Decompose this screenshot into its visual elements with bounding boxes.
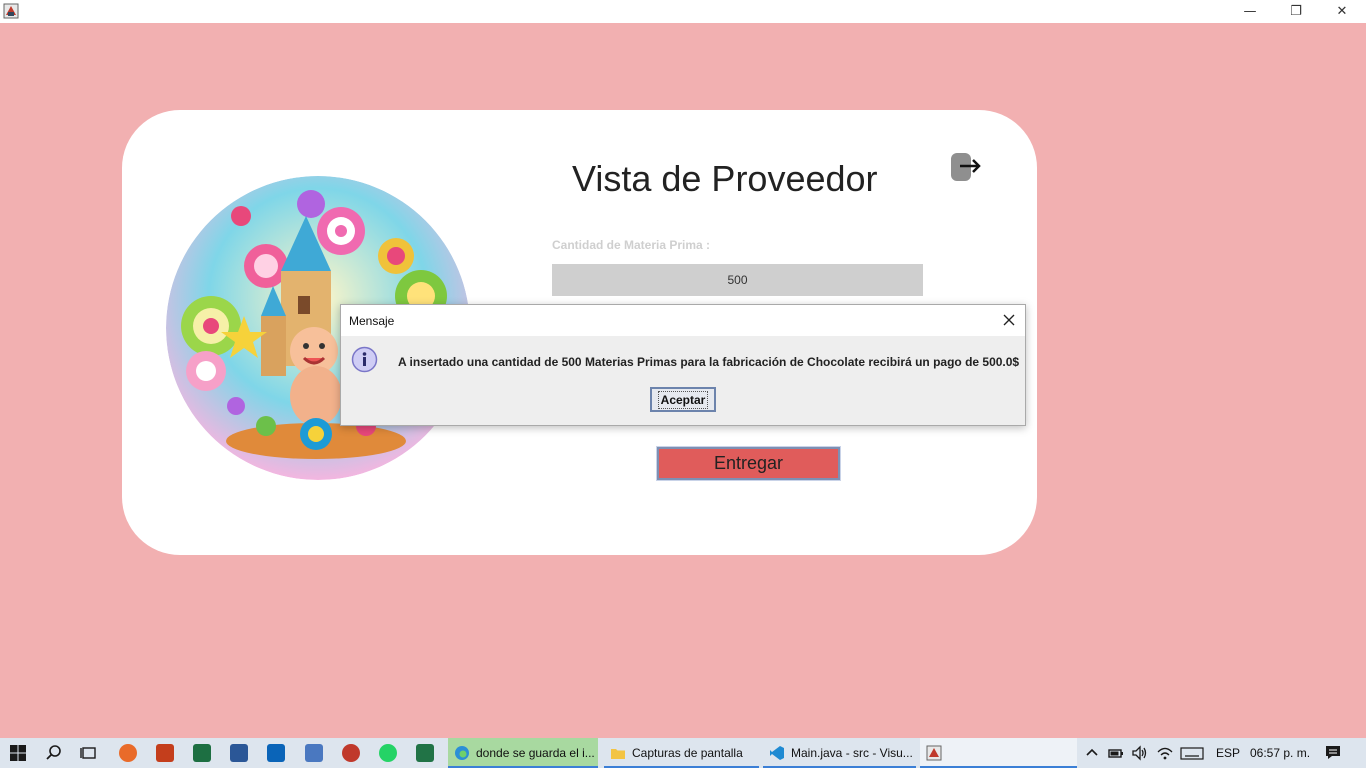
logout-icon[interactable] — [950, 152, 984, 182]
close-window-button[interactable]: ✕ — [1319, 0, 1365, 23]
task-explorer-window[interactable]: Capturas de pantalla — [604, 738, 759, 768]
dialog-message: A insertado una cantidad de 500 Materias… — [398, 355, 1020, 369]
edge-icon — [455, 746, 469, 760]
folder-icon — [611, 749, 625, 759]
info-icon — [351, 346, 378, 373]
whatsapp-icon[interactable] — [379, 744, 397, 762]
keyboard-icon[interactable] — [1180, 744, 1204, 762]
language-indicator[interactable]: ESP — [1216, 746, 1240, 760]
dialog-title: Mensaje — [349, 314, 395, 328]
quantity-label: Cantidad de Materia Prima : — [552, 238, 711, 252]
task-vscode-window[interactable]: Main.java - src - Visu... — [763, 738, 916, 768]
task-edge-window[interactable]: donde se guarda el i... — [448, 738, 598, 768]
page-title: Vista de Proveedor — [572, 158, 878, 199]
outlook-icon[interactable] — [267, 744, 285, 762]
task-label: donde se guarda el i... — [476, 746, 595, 760]
word-icon[interactable] — [230, 744, 248, 762]
windows-taskbar: donde se guarda el i... Capturas de pant… — [0, 738, 1366, 768]
firefox-icon[interactable] — [119, 744, 137, 762]
battery-icon[interactable] — [1107, 744, 1125, 762]
task-java-window[interactable] — [920, 738, 1077, 768]
window-titlebar: — ❐ ✕ — [0, 0, 1366, 23]
java-app-icon — [926, 745, 942, 761]
java-app-icon — [3, 3, 19, 19]
maximize-button[interactable]: ❐ — [1273, 0, 1319, 23]
accept-button-label: Aceptar — [657, 390, 709, 409]
shield-app-icon[interactable] — [305, 744, 323, 762]
task-label: Main.java - src - Visu... — [791, 746, 913, 760]
deliver-button[interactable]: Entregar — [656, 446, 841, 481]
app-swirl-icon[interactable] — [342, 744, 360, 762]
powerpoint-icon[interactable] — [156, 744, 174, 762]
notifications-icon[interactable] — [1324, 744, 1342, 762]
dialog-titlebar: Mensaje — [341, 305, 1025, 336]
task-label: Capturas de pantalla — [632, 746, 743, 760]
search-icon[interactable] — [45, 744, 63, 762]
task-view-icon[interactable] — [80, 744, 98, 762]
project-icon[interactable] — [416, 744, 434, 762]
quantity-input[interactable]: 500 — [552, 264, 923, 296]
message-dialog: Mensaje A insertado una cantidad de 500 … — [340, 304, 1026, 426]
excel-icon[interactable] — [193, 744, 211, 762]
vscode-icon — [770, 746, 784, 760]
volume-icon[interactable] — [1131, 744, 1149, 762]
wifi-icon[interactable] — [1156, 744, 1174, 762]
clock[interactable]: 06:57 p. m. — [1250, 746, 1310, 760]
close-icon[interactable] — [997, 309, 1021, 331]
chevron-up-icon[interactable] — [1083, 744, 1101, 762]
windows-start-icon[interactable] — [9, 744, 27, 762]
accept-button[interactable]: Aceptar — [650, 387, 716, 412]
minimize-button[interactable]: — — [1227, 0, 1273, 23]
